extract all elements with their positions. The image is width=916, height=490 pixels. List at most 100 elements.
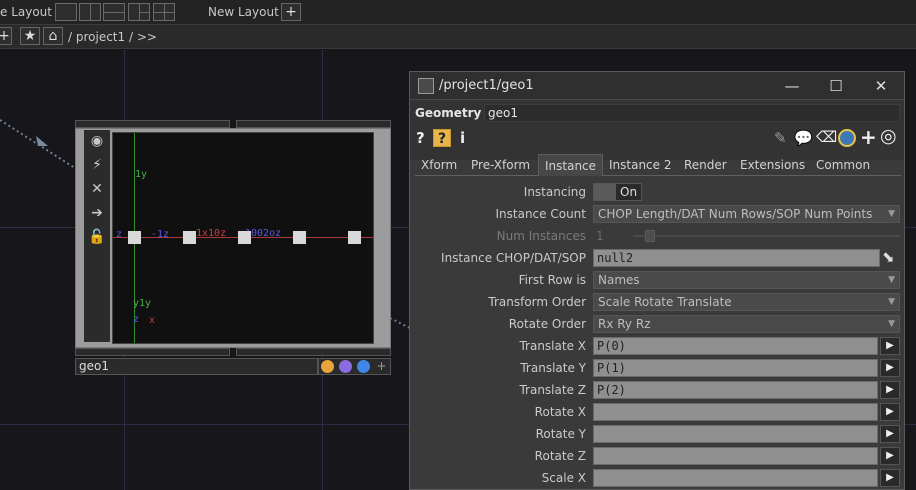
tab-xform[interactable]: Xform [421, 154, 457, 176]
cook-flag-dot[interactable] [357, 360, 370, 373]
node-input-connector[interactable] [236, 120, 391, 128]
python-icon[interactable] [838, 129, 856, 147]
instance-box [128, 231, 141, 244]
layout-label: e Layout [0, 5, 52, 19]
op-name-field[interactable]: geo1 [484, 104, 900, 122]
param-label-translate-x: Translate X [519, 339, 586, 353]
expand-arrow-icon[interactable]: ▶ [880, 469, 900, 487]
instance-count-dropdown[interactable]: CHOP Length/DAT Num Rows/SOP Num Points ▼ [593, 205, 900, 223]
chevron-down-icon: ▼ [888, 319, 895, 329]
home-icon: ⌂ [48, 28, 58, 44]
dropdown-value: Names [598, 273, 640, 287]
translate-y-field[interactable]: P(1) [593, 359, 878, 377]
render-flag-dot[interactable] [339, 360, 352, 373]
layout-split-vertical-button[interactable] [79, 3, 101, 21]
maximize-button[interactable]: ☐ [814, 72, 858, 100]
expand-arrow-icon[interactable]: ▶ [880, 359, 900, 377]
op-pick-arrow-icon[interactable]: ⬊ [882, 248, 895, 266]
geo-node[interactable]: ◉ ⚡ ✕ ➔ 🔓 1y z -1z 1x10z 1002oz y1y z x … [75, 120, 391, 375]
expand-arrow-icon[interactable]: ▶ [880, 381, 900, 399]
home-button[interactable]: ⌂ [43, 27, 63, 45]
tab-pre-xform[interactable]: Pre-Xform [471, 154, 530, 176]
instance-box [348, 231, 361, 244]
add-flag-icon[interactable]: + [375, 360, 388, 373]
node-input-connector[interactable] [75, 120, 230, 128]
node-output-connector[interactable] [236, 348, 391, 356]
slider-handle [645, 230, 655, 242]
dropdown-value: Scale Rotate Translate [598, 295, 732, 309]
slider-track [633, 235, 900, 237]
arrow-right-icon[interactable]: ➔ [87, 203, 107, 223]
close-button[interactable]: ✕ [859, 72, 903, 100]
minimize-button[interactable]: — [770, 72, 814, 100]
expand-arrow-icon[interactable]: ▶ [880, 337, 900, 355]
translate-x-field[interactable]: P(0) [593, 337, 878, 355]
layout-single-button[interactable] [55, 3, 77, 21]
breadcrumb[interactable]: / project1 / >> [68, 25, 157, 49]
tab-extensions[interactable]: Extensions [740, 154, 805, 176]
layout-four-pane-button[interactable] [153, 3, 175, 21]
instance-box [293, 231, 306, 244]
node-output-connector[interactable] [75, 348, 230, 356]
node-sidebar: ◉ ⚡ ✕ ➔ 🔓 [84, 130, 110, 342]
node-name-field[interactable]: geo1 [75, 358, 318, 375]
bypass-x-icon[interactable]: ✕ [87, 179, 107, 199]
param-label-instancing: Instancing [523, 185, 586, 199]
display-flag-dot[interactable] [321, 360, 334, 373]
pencil-icon[interactable]: ✎ [774, 129, 787, 147]
viewer-label: -1z [151, 229, 170, 240]
path-bar: + ★ ⌂ / project1 / >> [0, 25, 916, 49]
param-label-scale-x: Scale X [541, 471, 586, 485]
param-label-rotate-z: Rotate Z [534, 449, 586, 463]
expand-arrow-icon[interactable]: ▶ [880, 447, 900, 465]
lock-icon[interactable]: 🔓 [87, 227, 107, 247]
layout-split-horizontal-button[interactable] [103, 3, 125, 21]
scale-x-field[interactable] [593, 469, 878, 487]
translate-z-field[interactable]: P(2) [593, 381, 878, 399]
plus-icon[interactable]: + [860, 125, 877, 149]
add-layout-button[interactable]: + [281, 3, 301, 21]
help-icon[interactable]: ? [416, 129, 425, 147]
wire-icon[interactable]: ⚡ [87, 155, 107, 175]
add-pane-button[interactable]: + [0, 27, 12, 45]
rotate-x-field[interactable] [593, 403, 878, 421]
param-label-rotate-x: Rotate X [534, 405, 586, 419]
parameter-tabs: Xform Pre-Xform Instance Instance 2 Rend… [415, 154, 901, 176]
target-icon[interactable]: ◎ [880, 125, 897, 147]
bookmark-star-button[interactable]: ★ [20, 27, 40, 45]
instancing-toggle[interactable]: On [593, 183, 642, 201]
node-viewer[interactable]: 1y z -1z 1x10z 1002oz y1y z x [112, 132, 374, 344]
viewer-label: z [116, 229, 123, 240]
param-label-first-row: First Row is [518, 273, 586, 287]
rotate-y-field[interactable] [593, 425, 878, 443]
star-icon: ★ [23, 28, 37, 44]
tab-render[interactable]: Render [684, 154, 727, 176]
window-title: /project1/geo1 [439, 78, 534, 93]
rotate-z-field[interactable] [593, 447, 878, 465]
instance-box [183, 231, 196, 244]
first-row-dropdown[interactable]: Names ▼ [593, 271, 900, 289]
window-titlebar[interactable]: /project1/geo1 — ☐ ✕ [410, 72, 904, 100]
layout-three-pane-button[interactable] [128, 3, 150, 21]
tab-instance[interactable]: Instance [538, 154, 604, 176]
param-label-transform-order: Transform Order [488, 295, 586, 309]
viewer-active-icon[interactable]: ◉ [87, 131, 107, 151]
app-icon [418, 78, 434, 94]
rotate-order-dropdown[interactable]: Rx Ry Rz ▼ [593, 315, 900, 333]
expand-arrow-icon[interactable]: ▶ [880, 425, 900, 443]
dropdown-value: Rx Ry Rz [598, 317, 651, 331]
expand-arrow-icon[interactable]: ▶ [880, 403, 900, 421]
chevron-down-icon: ▼ [888, 297, 895, 307]
eraser-icon[interactable]: ⌫ [816, 128, 837, 146]
tab-common[interactable]: Common [816, 154, 870, 176]
comment-icon[interactable]: 💬 [794, 129, 813, 147]
transform-order-dropdown[interactable]: Scale Rotate Translate ▼ [593, 293, 900, 311]
info-icon[interactable]: i [460, 129, 465, 147]
param-label-num-instances: Num Instances [496, 229, 586, 243]
viewer-label: 1x10z [196, 228, 227, 239]
instance-op-field[interactable]: null2 [593, 249, 880, 267]
tab-instance-2[interactable]: Instance 2 [609, 154, 672, 176]
wiki-help-icon[interactable]: ? [433, 129, 451, 147]
num-instances-slider: 1 [593, 227, 900, 245]
toggle-state: On [620, 185, 638, 199]
